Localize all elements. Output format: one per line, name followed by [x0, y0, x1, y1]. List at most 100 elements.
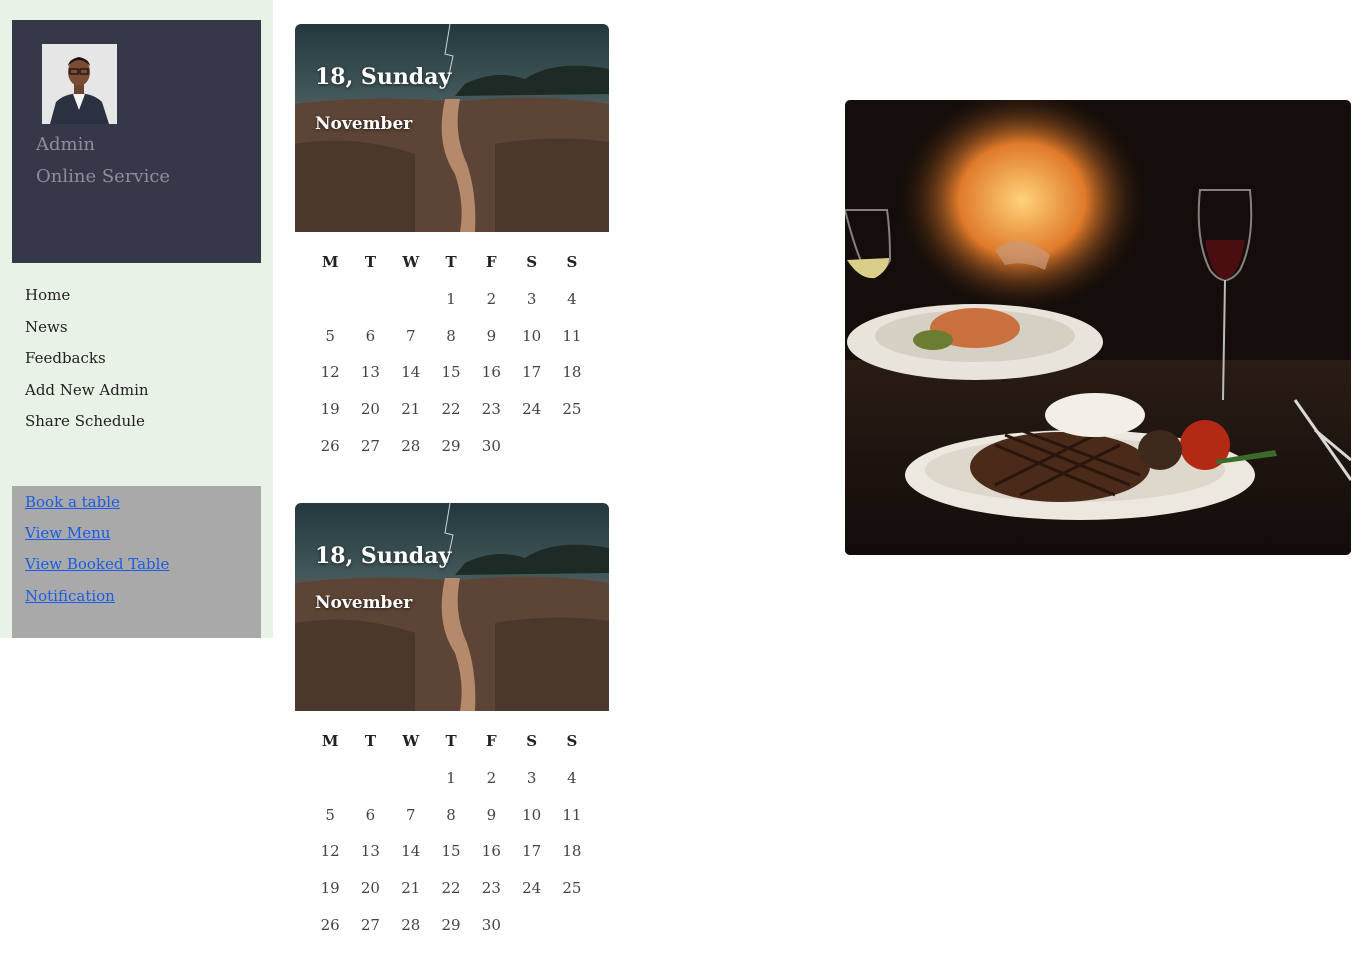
- link-view-menu[interactable]: View Menu: [25, 524, 110, 542]
- calendar-empty-cell: [350, 768, 390, 805]
- link-book-a-table[interactable]: Book a table: [25, 493, 120, 511]
- calendar-day[interactable]: 8: [431, 326, 471, 363]
- calendar-card: 18, Sunday November M T W T F S S 1 2 3 4 5 6 7 8 9 10 11…: [295, 24, 609, 484]
- calendar-day[interactable]: 17: [511, 841, 551, 878]
- calendar-day[interactable]: 24: [511, 399, 551, 436]
- calendar-day[interactable]: 13: [350, 362, 390, 399]
- calendar-day[interactable]: 29: [431, 436, 471, 473]
- calendar-day[interactable]: 12: [310, 841, 350, 878]
- calendar-day[interactable]: 29: [431, 915, 471, 952]
- calendar-day[interactable]: 11: [552, 326, 592, 363]
- calendar-weekday: S: [526, 732, 538, 750]
- calendar-day[interactable]: 23: [471, 878, 511, 915]
- calendar-month-label: November: [315, 114, 413, 134]
- calendar-day[interactable]: 23: [471, 399, 511, 436]
- calendar-day[interactable]: 25: [552, 399, 592, 436]
- calendar-day[interactable]: 5: [310, 326, 350, 363]
- calendar-month-label: November: [315, 593, 413, 613]
- calendar-grid: M T W T F S S 1 2 3 4 5 6 7 8 9 10 11 12 13 14 15 16 17 18 19 20 21…: [310, 731, 603, 952]
- calendar-day[interactable]: 30: [471, 915, 511, 952]
- food-photo: [845, 100, 1351, 555]
- calendar-weekday: M: [321, 732, 339, 750]
- calendar-day[interactable]: 28: [391, 436, 431, 473]
- calendar-day[interactable]: 28: [391, 915, 431, 952]
- calendar-day[interactable]: 6: [350, 805, 390, 842]
- calendar-empty-cell: [350, 289, 390, 326]
- calendar-empty-cell: [552, 915, 592, 952]
- quick-links: Book a table View Menu View Booked Table…: [12, 486, 261, 638]
- calendar-day[interactable]: 22: [431, 878, 471, 915]
- calendar-day[interactable]: 21: [391, 878, 431, 915]
- calendar-day[interactable]: 6: [350, 326, 390, 363]
- calendar-day[interactable]: 22: [431, 399, 471, 436]
- link-notification[interactable]: Notification: [25, 587, 115, 605]
- calendar-weekday: W: [402, 732, 420, 750]
- calendar-day[interactable]: 13: [350, 841, 390, 878]
- calendar-weekday: S: [566, 732, 578, 750]
- calendar-day[interactable]: 20: [350, 878, 390, 915]
- calendar-weekday: S: [526, 253, 538, 271]
- calendar-day[interactable]: 18: [552, 362, 592, 399]
- calendar-day[interactable]: 30: [471, 436, 511, 473]
- calendar-day[interactable]: 7: [391, 326, 431, 363]
- calendar-day[interactable]: 14: [391, 841, 431, 878]
- calendar-empty-cell: [511, 915, 551, 952]
- profile-card: Admin Online Service: [12, 20, 261, 263]
- link-view-booked-table[interactable]: View Booked Table: [25, 555, 169, 573]
- calendar-day[interactable]: 15: [431, 841, 471, 878]
- calendar-weekday: W: [402, 253, 420, 271]
- calendar-day[interactable]: 8: [431, 805, 471, 842]
- calendar-grid: M T W T F S S 1 2 3 4 5 6 7 8 9 10 11 12 13 14 15 16 17 18 19 20 21…: [310, 252, 603, 473]
- calendar-day[interactable]: 12: [310, 362, 350, 399]
- calendar-day[interactable]: 3: [511, 289, 551, 326]
- calendar-day[interactable]: 20: [350, 399, 390, 436]
- nav-item-feedbacks[interactable]: Feedbacks: [25, 347, 149, 379]
- calendar-day[interactable]: 26: [310, 436, 350, 473]
- calendar-day[interactable]: 16: [471, 362, 511, 399]
- calendar-header-image: 18, Sunday November: [295, 24, 609, 232]
- calendar-day[interactable]: 27: [350, 915, 390, 952]
- calendar-day[interactable]: 16: [471, 841, 511, 878]
- calendar-weekday: F: [486, 732, 497, 750]
- calendar-weekday: T: [445, 732, 457, 750]
- calendar-card: 18, Sunday November M T W T F S S 1 2 3 4 5 6 7 8 9 10 11…: [295, 503, 609, 963]
- calendar-day[interactable]: 24: [511, 878, 551, 915]
- calendar-day[interactable]: 5: [310, 805, 350, 842]
- calendar-weekday: T: [364, 732, 377, 750]
- calendar-day[interactable]: 14: [391, 362, 431, 399]
- calendar-day[interactable]: 4: [552, 768, 592, 805]
- calendar-empty-cell: [511, 436, 551, 473]
- calendar-empty-cell: [391, 768, 431, 805]
- calendar-day[interactable]: 9: [471, 805, 511, 842]
- nav-item-news[interactable]: News: [25, 316, 149, 348]
- calendar-day[interactable]: 25: [552, 878, 592, 915]
- calendar-day[interactable]: 2: [471, 768, 511, 805]
- calendar-weekday: M: [321, 253, 339, 271]
- avatar: [42, 44, 117, 124]
- calendar-day[interactable]: 1: [431, 289, 471, 326]
- calendar-day[interactable]: 21: [391, 399, 431, 436]
- calendar-day[interactable]: 15: [431, 362, 471, 399]
- calendar-empty-cell: [310, 768, 350, 805]
- calendar-day[interactable]: 10: [511, 326, 551, 363]
- calendar-day[interactable]: 17: [511, 362, 551, 399]
- calendar-day[interactable]: 19: [310, 878, 350, 915]
- calendar-day[interactable]: 11: [552, 805, 592, 842]
- calendar-day[interactable]: 7: [391, 805, 431, 842]
- calendar-day[interactable]: 2: [471, 289, 511, 326]
- calendar-day[interactable]: 1: [431, 768, 471, 805]
- calendar-day[interactable]: 26: [310, 915, 350, 952]
- calendar-day[interactable]: 19: [310, 399, 350, 436]
- calendar-day[interactable]: 10: [511, 805, 551, 842]
- calendar-day[interactable]: 3: [511, 768, 551, 805]
- calendar-day[interactable]: 9: [471, 326, 511, 363]
- nav-item-share-schedule[interactable]: Share Schedule: [25, 410, 149, 442]
- nav-item-add-new-admin[interactable]: Add New Admin: [25, 379, 149, 411]
- calendar-day[interactable]: 18: [552, 841, 592, 878]
- nav-item-home[interactable]: Home: [25, 284, 149, 316]
- calendar-weekday: F: [486, 253, 497, 271]
- calendar-weekday: T: [364, 253, 377, 271]
- calendar-day[interactable]: 27: [350, 436, 390, 473]
- calendar-day[interactable]: 4: [552, 289, 592, 326]
- profile-role: Online Service: [36, 166, 171, 187]
